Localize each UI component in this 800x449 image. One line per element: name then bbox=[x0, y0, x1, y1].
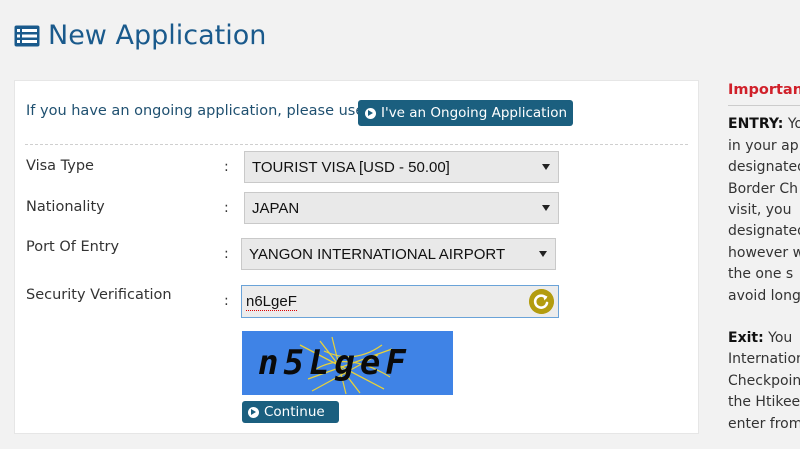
divider bbox=[25, 144, 688, 145]
caret-down-icon bbox=[539, 251, 547, 257]
entry-line: Border Ch bbox=[728, 180, 799, 197]
port-of-entry-label: Port Of Entry bbox=[26, 239, 120, 255]
entry-line: designated bbox=[728, 159, 800, 176]
caret-down-icon bbox=[542, 164, 550, 170]
entry-line: visit, you bbox=[728, 202, 792, 219]
entry-line: avoid longe bbox=[728, 287, 800, 304]
application-form: If you have an ongoing application, plea… bbox=[14, 80, 699, 434]
port-of-entry-select[interactable]: YANGON INTERNATIONAL AIRPORT bbox=[241, 238, 556, 270]
visa-type-select[interactable]: TOURIST VISA [USD - 50.00] bbox=[244, 151, 559, 183]
security-input-value: n6LgeF bbox=[246, 292, 297, 311]
continue-button[interactable]: Continue bbox=[242, 401, 339, 423]
important-title: Important bbox=[728, 82, 800, 98]
colon: : bbox=[224, 293, 229, 309]
security-verification-input[interactable]: n6LgeF bbox=[241, 285, 559, 318]
circle-arrow-right-icon bbox=[248, 406, 259, 418]
nationality-label: Nationality bbox=[26, 199, 105, 215]
important-panel: Important ENTRY: Yo in your ap designate… bbox=[728, 80, 800, 435]
colon: : bbox=[224, 159, 229, 175]
page-title-text: New Application bbox=[48, 20, 267, 51]
nationality-value: JAPAN bbox=[252, 199, 300, 217]
entry-line: in your ap bbox=[728, 137, 799, 154]
entry-label: ENTRY: bbox=[728, 116, 784, 133]
ongoing-text: If you have an ongoing application, plea… bbox=[26, 103, 369, 119]
nationality-select[interactable]: JAPAN bbox=[244, 192, 559, 224]
visa-type-value: TOURIST VISA [USD - 50.00] bbox=[252, 158, 450, 176]
port-of-entry-value: YANGON INTERNATIONAL AIRPORT bbox=[249, 245, 506, 263]
exit-line: the Htikee bbox=[728, 394, 800, 411]
continue-button-label: Continue bbox=[264, 404, 325, 420]
exit-label: Exit: bbox=[728, 330, 764, 347]
caret-down-icon bbox=[542, 205, 550, 211]
entry-line: designated bbox=[728, 223, 800, 240]
entry-line: ENTRY: Yo bbox=[728, 114, 800, 135]
divider bbox=[728, 105, 800, 107]
circle-arrow-right-icon bbox=[365, 107, 376, 119]
list-icon bbox=[14, 25, 40, 46]
exit-line: Exit: You bbox=[728, 328, 800, 349]
captcha-text: n5LgeF bbox=[258, 343, 411, 383]
ongoing-application-button[interactable]: I've an Ongoing Application bbox=[358, 100, 573, 126]
exit-text: You bbox=[763, 330, 793, 347]
page-title: New Application bbox=[14, 20, 266, 51]
visa-type-label: Visa Type bbox=[26, 158, 94, 174]
exit-line: Internation bbox=[728, 351, 800, 368]
colon: : bbox=[224, 200, 229, 216]
entry-line: the one s bbox=[728, 266, 794, 283]
refresh-icon[interactable] bbox=[529, 289, 554, 314]
colon: : bbox=[224, 246, 229, 262]
exit-line: enter from bbox=[728, 415, 800, 432]
entry-line: however w bbox=[728, 244, 800, 261]
captcha-image: n5LgeF bbox=[242, 331, 453, 395]
exit-line: Checkpoin bbox=[728, 372, 800, 389]
security-verification-label: Security Verification bbox=[26, 287, 172, 303]
entry-text: Yo bbox=[787, 116, 800, 133]
ongoing-button-label: I've an Ongoing Application bbox=[381, 105, 568, 121]
